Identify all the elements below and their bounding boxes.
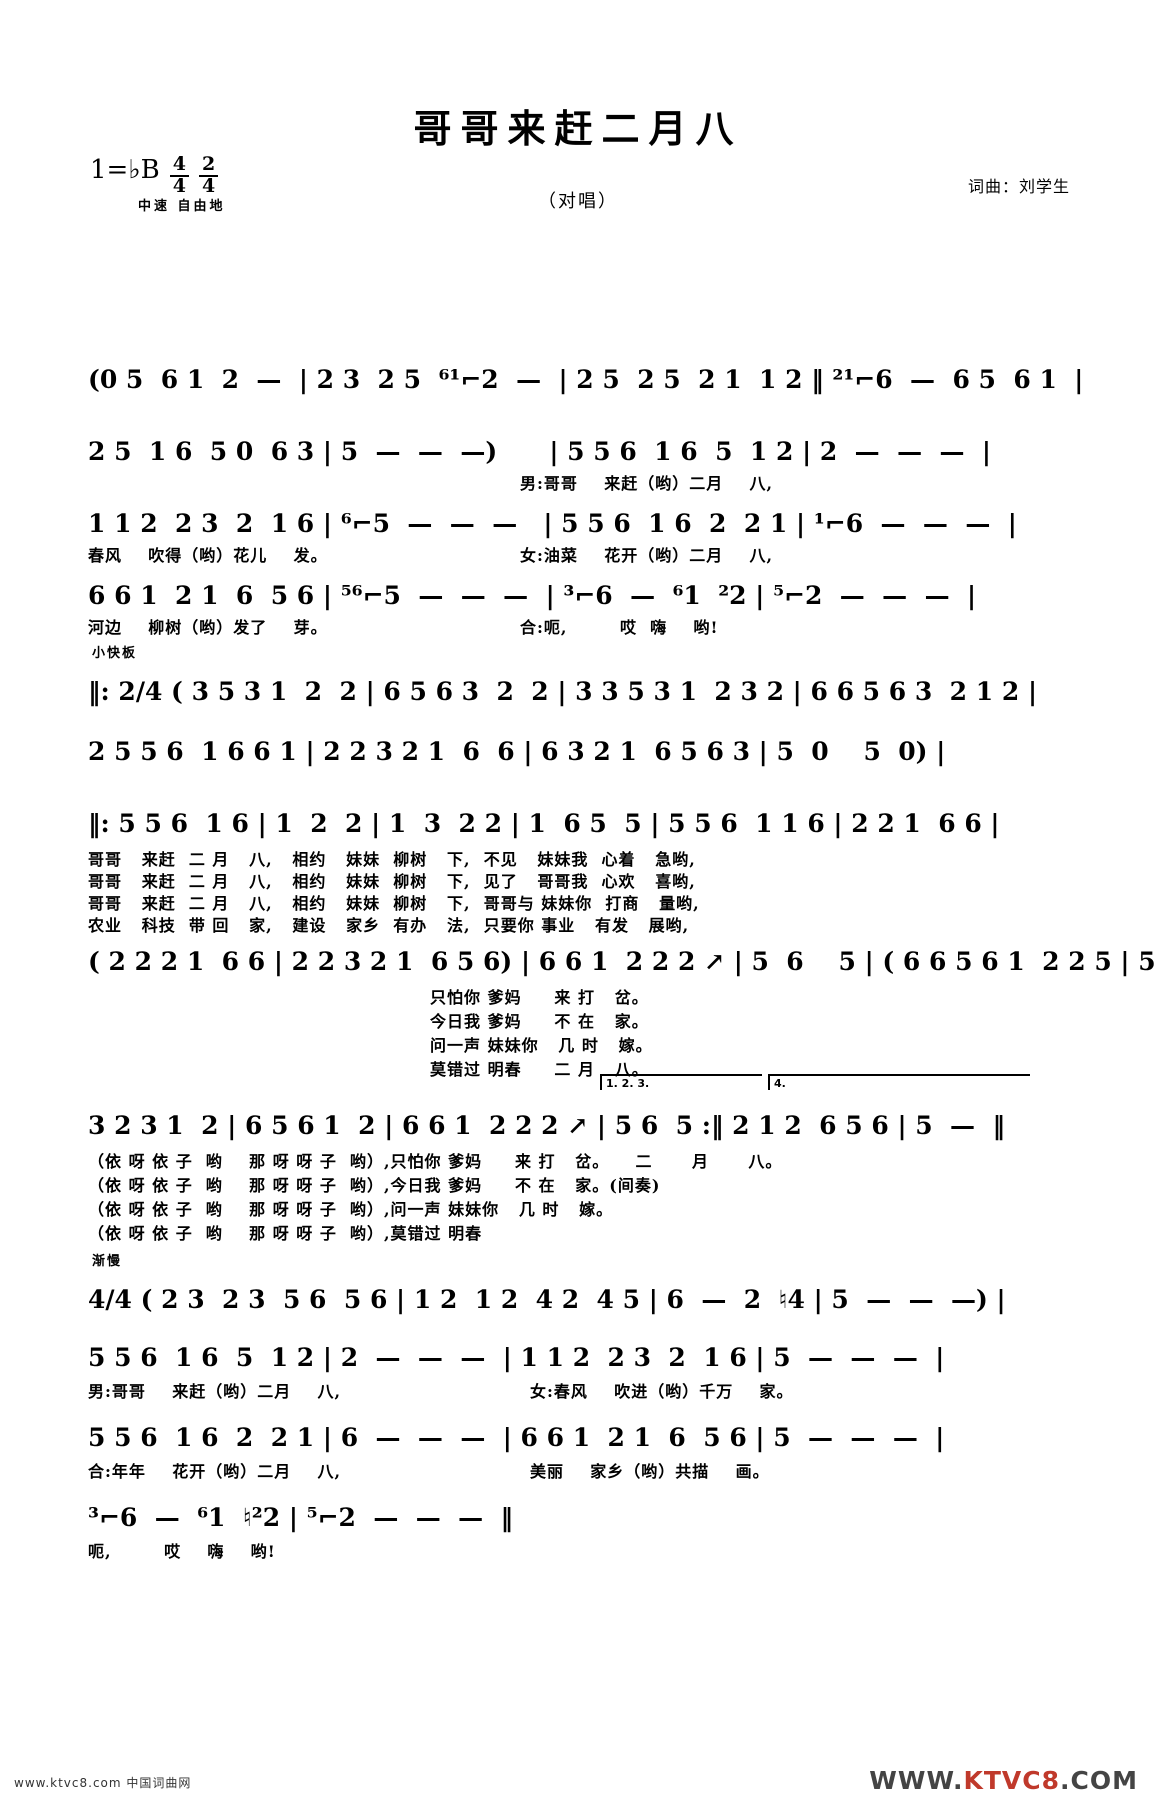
lyric-row-8-v2: 今日我 爹妈 不 在 家。 bbox=[430, 1012, 649, 1031]
lyric-row-7-v2: 哥哥 来赶 二 月 八, 相约 妹妹 柳树 下, 见了 哥哥我 心欢 喜哟, bbox=[88, 872, 696, 891]
lyric-row-4b: 合:呃, 哎 嗨 哟! bbox=[520, 618, 719, 637]
note-row-10: 4/4 ( 2 3 2 3 5 6 5 6 | 1 2 1 2 4 2 4 5 … bbox=[88, 1285, 1006, 1314]
page-title: 哥哥来赶二月八 bbox=[413, 106, 743, 151]
note-row-7: ‖: 5 5 6 1 6 | 1 2 2 | 1 3 2 2 | 1 6 5 5… bbox=[88, 809, 1000, 838]
note-row-3: 1 1 2 2 3 2 1 6 | ⁶⌐5 — — — | 5 5 6 1 6 … bbox=[88, 509, 1017, 538]
staff-system-11: 5 5 6 1 6 5 1 2 | 2 — — — | 1 1 2 2 3 2 … bbox=[0, 1326, 1156, 1406]
staff-system-7: ‖: 5 5 6 1 6 | 1 2 2 | 1 3 2 2 | 1 6 5 5… bbox=[0, 792, 1156, 935]
footer-brand: WWW.KTVC8.COM bbox=[869, 1766, 1138, 1795]
lyric-row-3b: 女:油菜 花开（哟）二月 八, bbox=[520, 546, 774, 565]
tempo-jianman: 渐慢 bbox=[92, 1254, 123, 1269]
footer-url: www.ktvc8.com bbox=[14, 1776, 122, 1790]
note-row-11: 5 5 6 1 6 5 1 2 | 2 — — — | 1 1 2 2 3 2 … bbox=[88, 1343, 945, 1372]
lyric-row-13: 呃, 哎 嗨 哟! bbox=[88, 1542, 276, 1561]
staff-system-3: 1 1 2 2 3 2 1 6 | ⁶⌐5 — — — | 5 5 6 1 6 … bbox=[0, 492, 1156, 565]
volta-bracket-4: 4. bbox=[768, 1074, 1030, 1090]
footer-brand-www: WWW. bbox=[869, 1766, 964, 1795]
lyric-row-9-v2: （依 呀 依 子 哟 那 呀 呀 子 哟）,今日我 爹妈 不 在 家。(间奏) bbox=[88, 1176, 661, 1195]
note-row-2: 2 5 1 6 5 0 6 3 | 5 — — —) | 5 5 6 1 6 5… bbox=[88, 437, 991, 466]
footer-sitename: 中国词曲网 bbox=[126, 1776, 192, 1790]
staff-system-4: 6 6 1 2 1 6 5 6 | ⁵⁶⌐5 — — — | ³⌐6 — ⁶1 … bbox=[0, 564, 1156, 637]
music-score: (0 5 6 1 2 — | 2 3 2 5 ⁶¹⌐2 — | 2 5 2 5 … bbox=[0, 348, 1156, 1566]
sheet-music-page: 哥哥来赶二月八 （对唱） 1=♭B 4 4 2 4 中速 自由地 词曲：刘学生 … bbox=[0, 98, 1156, 1809]
time-signature-4-4: 4 4 bbox=[169, 154, 189, 197]
staff-system-10: 渐慢 4/4 ( 2 3 2 3 5 6 5 6 | 1 2 1 2 4 2 4… bbox=[0, 1238, 1156, 1326]
composer-credit: 词曲：刘学生 bbox=[967, 177, 1070, 196]
lyric-row-9-v1: （依 呀 依 子 哟 那 呀 呀 子 哟）,只怕你 爹妈 来 打 岔。 二 月 … bbox=[88, 1152, 783, 1171]
staff-system-9: 1. 2. 3. 4. 3 2 3 1 2 | 6 5 6 1 2 | 6 6 … bbox=[0, 1074, 1156, 1243]
staff-system-6: 2 5 5 6 1 6 6 1 | 2 2 3 2 1 6 6 | 6 3 2 … bbox=[0, 720, 1156, 792]
volta-label-123: 1. 2. 3. bbox=[606, 1077, 650, 1090]
note-row-1: (0 5 6 1 2 — | 2 3 2 5 ⁶¹⌐2 — | 2 5 2 5 … bbox=[88, 365, 1084, 394]
note-row-6: 2 5 5 6 1 6 6 1 | 2 2 3 2 1 6 6 | 6 3 2 … bbox=[88, 737, 946, 766]
key-and-time-signature: 1=♭B 4 4 2 4 bbox=[90, 154, 219, 197]
lyric-row-8-v1: 只怕你 爹妈 来 打 岔。 bbox=[430, 988, 649, 1007]
note-row-5: ‖: 2/4 ( 3 5 3 1 2 2 | 6 5 6 3 2 2 | 3 3… bbox=[88, 677, 1038, 706]
lyric-row-8-v3: 问一声 妹妹你 几 时 嫁。 bbox=[430, 1036, 653, 1055]
staff-system-1: (0 5 6 1 2 — | 2 3 2 5 ⁶¹⌐2 — | 2 5 2 5 … bbox=[0, 348, 1156, 420]
tempo-marking: 中速 自由地 bbox=[138, 199, 226, 214]
lyric-row-7-v3: 哥哥 来赶 二 月 八, 相约 妹妹 柳树 下, 哥哥与 妹妹你 打商 量哟, bbox=[88, 894, 700, 913]
tempo-small-kuaiban: 小快板 bbox=[92, 646, 138, 661]
lyric-row-12b: 美丽 家乡（哟）共描 画。 bbox=[530, 1462, 770, 1481]
staff-system-8: ( 2 2 2 1 6 6 | 2 2 3 2 1 6 5 6) | 6 6 1… bbox=[0, 930, 1156, 1079]
lyric-row-11b: 女:春风 吹进（哟）千万 家。 bbox=[530, 1382, 794, 1401]
footer-left: www.ktvc8.com 中国词曲网 bbox=[14, 1774, 191, 1791]
footer-brand-ktvc8: KTVC8 bbox=[963, 1766, 1061, 1795]
staff-system-12: 5 5 6 1 6 2 2 1 | 6 — — — | 6 6 1 2 1 6 … bbox=[0, 1406, 1156, 1486]
staff-system-5: 小快板 ‖: 2/4 ( 3 5 3 1 2 2 | 6 5 6 3 2 2 |… bbox=[0, 636, 1156, 720]
note-row-13: ³⌐6 — ⁶1 ♮²2 | ⁵⌐2 — — — ‖ bbox=[88, 1503, 514, 1532]
key-signature: 1=♭B bbox=[90, 155, 160, 185]
note-row-4: 6 6 1 2 1 6 5 6 | ⁵⁶⌐5 — — — | ³⌐6 — ⁶1 … bbox=[88, 581, 977, 610]
note-row-9: 3 2 3 1 2 | 6 5 6 1 2 | 6 6 1 2 2 2 ↗ | … bbox=[88, 1111, 1005, 1140]
lyric-row-9-v3: （依 呀 依 子 哟 那 呀 呀 子 哟）,问一声 妹妹你 几 时 嫁。 bbox=[88, 1200, 614, 1219]
footer-brand-com: .COM bbox=[1060, 1766, 1138, 1795]
lyric-row-7-v1: 哥哥 来赶 二 月 八, 相约 妹妹 柳树 下, 不见 妹妹我 心着 急哟, bbox=[88, 850, 696, 869]
volta-bracket-123: 1. 2. 3. bbox=[600, 1074, 762, 1090]
note-row-8: ( 2 2 2 1 6 6 | 2 2 3 2 1 6 5 6) | 6 6 1… bbox=[88, 947, 1156, 976]
lyric-row-2: 男:哥哥 来赶（哟）二月 八, bbox=[520, 474, 774, 493]
staff-system-13: ³⌐6 — ⁶1 ♮²2 | ⁵⌐2 — — — ‖ 呃, 哎 嗨 哟! bbox=[0, 1486, 1156, 1566]
volta-label-4: 4. bbox=[774, 1077, 786, 1090]
staff-system-2: 2 5 1 6 5 0 6 3 | 5 — — —) | 5 5 6 1 6 5… bbox=[0, 420, 1156, 493]
time-signature-2-4: 2 4 bbox=[198, 154, 219, 197]
note-row-12: 5 5 6 1 6 2 2 1 | 6 — — — | 6 6 1 2 1 6 … bbox=[88, 1423, 945, 1452]
